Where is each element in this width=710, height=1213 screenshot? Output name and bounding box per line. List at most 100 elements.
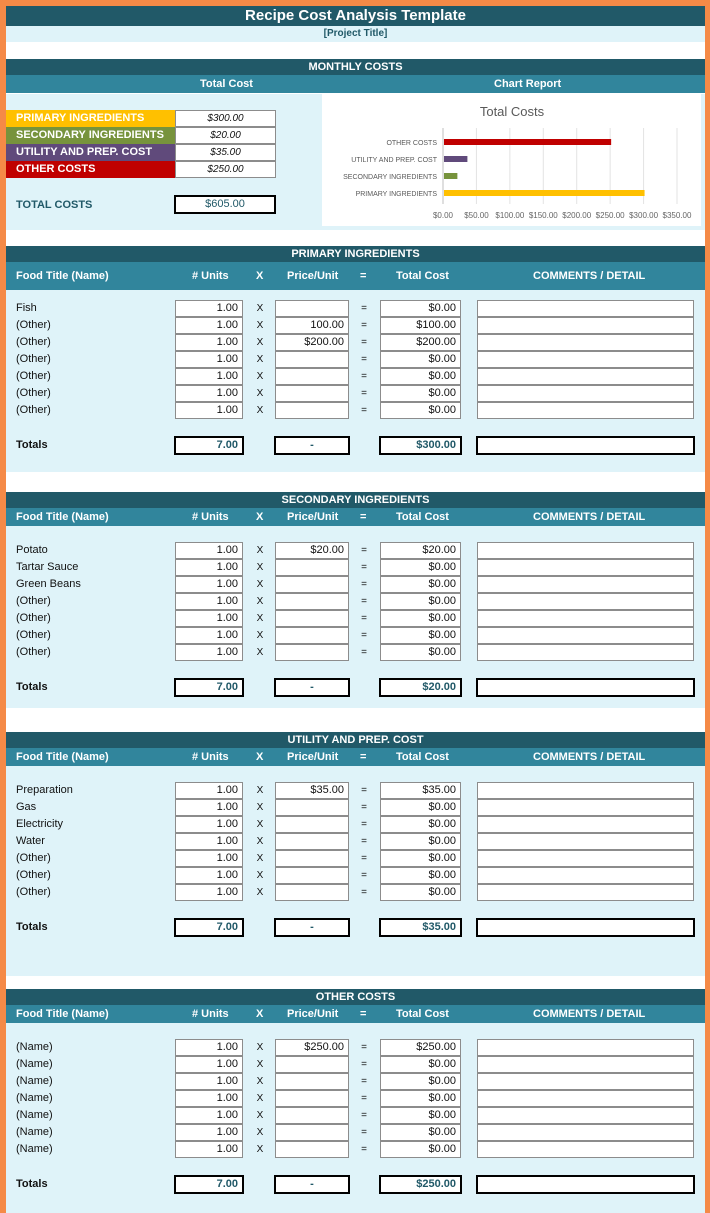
price-input[interactable] bbox=[275, 627, 349, 644]
price-input[interactable] bbox=[275, 1056, 349, 1073]
price-input[interactable] bbox=[275, 799, 349, 816]
price-input[interactable]: $20.00 bbox=[275, 542, 349, 559]
comment-input[interactable] bbox=[477, 799, 694, 816]
comment-input[interactable] bbox=[477, 385, 694, 402]
price-input[interactable] bbox=[275, 1141, 349, 1158]
price-input[interactable] bbox=[275, 593, 349, 610]
comment-input[interactable] bbox=[477, 1141, 694, 1158]
item-name[interactable]: (Other) bbox=[16, 370, 51, 382]
price-input[interactable]: $200.00 bbox=[275, 334, 349, 351]
units-input[interactable]: 1.00 bbox=[175, 402, 243, 419]
item-name[interactable]: (Other) bbox=[16, 387, 51, 399]
price-input[interactable]: $35.00 bbox=[275, 782, 349, 799]
units-input[interactable]: 1.00 bbox=[175, 1141, 243, 1158]
units-input[interactable]: 1.00 bbox=[175, 559, 243, 576]
units-input[interactable]: 1.00 bbox=[175, 884, 243, 901]
item-name[interactable]: (Name) bbox=[16, 1041, 53, 1053]
totals-comment[interactable] bbox=[476, 678, 695, 697]
item-name[interactable]: (Name) bbox=[16, 1058, 53, 1070]
units-input[interactable]: 1.00 bbox=[175, 1073, 243, 1090]
price-input[interactable] bbox=[275, 1073, 349, 1090]
category-value[interactable]: $35.00 bbox=[175, 144, 276, 161]
item-name[interactable]: (Other) bbox=[16, 852, 51, 864]
item-name[interactable]: (Other) bbox=[16, 869, 51, 881]
comment-input[interactable] bbox=[477, 867, 694, 884]
price-input[interactable] bbox=[275, 559, 349, 576]
price-input[interactable] bbox=[275, 884, 349, 901]
comment-input[interactable] bbox=[477, 593, 694, 610]
comment-input[interactable] bbox=[477, 1107, 694, 1124]
item-name[interactable]: (Other) bbox=[16, 595, 51, 607]
comment-input[interactable] bbox=[477, 368, 694, 385]
comment-input[interactable] bbox=[477, 1090, 694, 1107]
item-name[interactable]: (Name) bbox=[16, 1075, 53, 1087]
category-value[interactable]: $250.00 bbox=[175, 161, 276, 178]
units-input[interactable]: 1.00 bbox=[175, 816, 243, 833]
comment-input[interactable] bbox=[477, 644, 694, 661]
item-name[interactable]: Tartar Sauce bbox=[16, 561, 78, 573]
item-name[interactable]: (Other) bbox=[16, 319, 51, 331]
price-input[interactable]: 100.00 bbox=[275, 317, 349, 334]
item-name[interactable]: (Other) bbox=[16, 646, 51, 658]
item-name[interactable]: (Name) bbox=[16, 1092, 53, 1104]
price-input[interactable] bbox=[275, 644, 349, 661]
item-name[interactable]: Gas bbox=[16, 801, 36, 813]
units-input[interactable]: 1.00 bbox=[175, 1039, 243, 1056]
item-name[interactable]: Preparation bbox=[16, 784, 73, 796]
units-input[interactable]: 1.00 bbox=[175, 300, 243, 317]
item-name[interactable]: Electricity bbox=[16, 818, 63, 830]
comment-input[interactable] bbox=[477, 816, 694, 833]
price-input[interactable] bbox=[275, 402, 349, 419]
total-costs-value[interactable]: $605.00 bbox=[174, 195, 276, 214]
units-input[interactable]: 1.00 bbox=[175, 833, 243, 850]
price-input[interactable] bbox=[275, 850, 349, 867]
comment-input[interactable] bbox=[477, 610, 694, 627]
item-name[interactable]: Fish bbox=[16, 302, 37, 314]
price-input[interactable] bbox=[275, 351, 349, 368]
item-name[interactable]: (Other) bbox=[16, 353, 51, 365]
price-input[interactable] bbox=[275, 368, 349, 385]
item-name[interactable]: (Other) bbox=[16, 886, 51, 898]
comment-input[interactable] bbox=[477, 833, 694, 850]
comment-input[interactable] bbox=[477, 884, 694, 901]
comment-input[interactable] bbox=[477, 542, 694, 559]
price-input[interactable] bbox=[275, 576, 349, 593]
comment-input[interactable] bbox=[477, 850, 694, 867]
total-costs-chart[interactable]: Total Costs $0.00 $50.00 $100.00 $150.00 $200… bbox=[322, 94, 701, 226]
units-input[interactable]: 1.00 bbox=[175, 610, 243, 627]
category-value[interactable]: $300.00 bbox=[175, 110, 276, 127]
comment-input[interactable] bbox=[477, 559, 694, 576]
item-name[interactable]: Green Beans bbox=[16, 578, 81, 590]
comment-input[interactable] bbox=[477, 1073, 694, 1090]
item-name[interactable]: (Other) bbox=[16, 629, 51, 641]
units-input[interactable]: 1.00 bbox=[175, 867, 243, 884]
comment-input[interactable] bbox=[477, 334, 694, 351]
units-input[interactable]: 1.00 bbox=[175, 385, 243, 402]
units-input[interactable]: 1.00 bbox=[175, 782, 243, 799]
price-input[interactable]: $250.00 bbox=[275, 1039, 349, 1056]
price-input[interactable] bbox=[275, 300, 349, 317]
units-input[interactable]: 1.00 bbox=[175, 1090, 243, 1107]
price-input[interactable] bbox=[275, 385, 349, 402]
units-input[interactable]: 1.00 bbox=[175, 351, 243, 368]
comment-input[interactable] bbox=[477, 782, 694, 799]
units-input[interactable]: 1.00 bbox=[175, 1124, 243, 1141]
price-input[interactable] bbox=[275, 1124, 349, 1141]
item-name[interactable]: (Other) bbox=[16, 336, 51, 348]
comment-input[interactable] bbox=[477, 627, 694, 644]
comment-input[interactable] bbox=[477, 576, 694, 593]
units-input[interactable]: 1.00 bbox=[175, 644, 243, 661]
comment-input[interactable] bbox=[477, 317, 694, 334]
price-input[interactable] bbox=[275, 833, 349, 850]
price-input[interactable] bbox=[275, 867, 349, 884]
item-name[interactable]: Potato bbox=[16, 544, 48, 556]
item-name[interactable]: (Name) bbox=[16, 1109, 53, 1121]
comment-input[interactable] bbox=[477, 1039, 694, 1056]
item-name[interactable]: (Other) bbox=[16, 404, 51, 416]
price-input[interactable] bbox=[275, 1107, 349, 1124]
item-name[interactable]: (Other) bbox=[16, 612, 51, 624]
project-title[interactable]: [Project Title] bbox=[6, 26, 705, 42]
units-input[interactable]: 1.00 bbox=[175, 576, 243, 593]
totals-comment[interactable] bbox=[476, 1175, 695, 1194]
comment-input[interactable] bbox=[477, 402, 694, 419]
